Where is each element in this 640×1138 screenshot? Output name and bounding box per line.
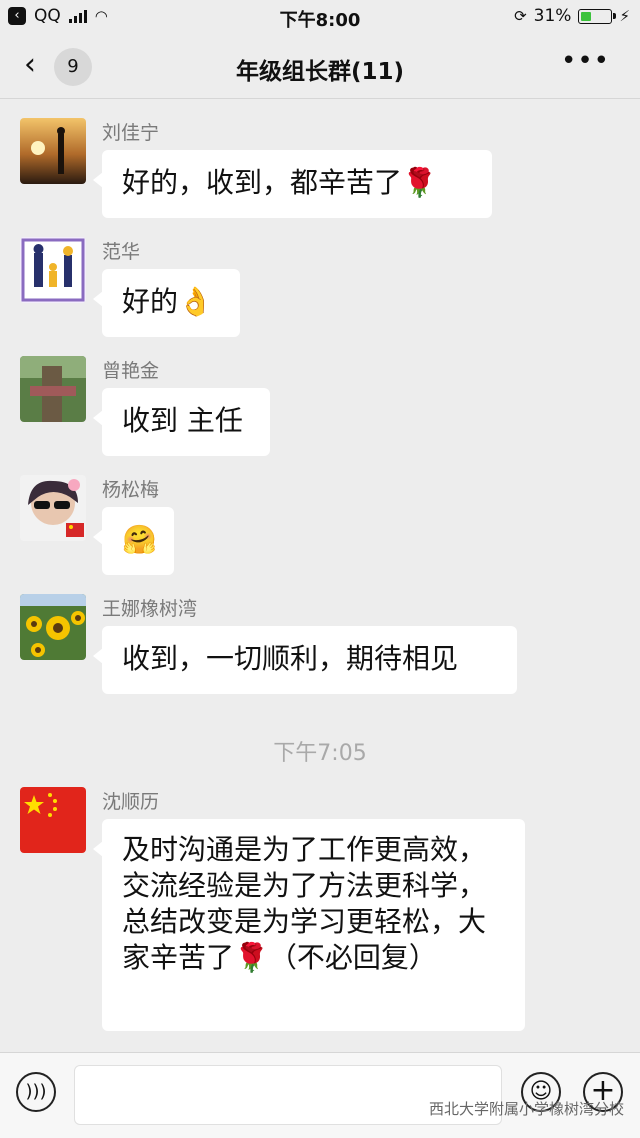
- rotation-lock-icon: ⟳: [514, 7, 527, 25]
- sender-name: 杨松梅: [102, 479, 160, 501]
- message-bubble[interactable]: 收到 主任: [93, 388, 270, 456]
- sender-name: 范华: [102, 241, 141, 263]
- message-bubble[interactable]: 🤗: [93, 507, 174, 575]
- portrait-avatar-image: [20, 475, 86, 541]
- sender-name: 曾艳金: [102, 360, 160, 382]
- avatar[interactable]: [20, 475, 86, 541]
- tree-avatar-image: [20, 356, 86, 422]
- chat-header: ‹ 9 年级组长群(11) •••: [0, 34, 640, 99]
- status-right: ⟳ 31% ⚡: [514, 6, 630, 26]
- sender-name: 王娜橡树湾: [102, 598, 198, 620]
- message-bubble[interactable]: 好的👌: [93, 269, 240, 337]
- sunflower-avatar-image: [20, 594, 86, 660]
- avatar[interactable]: [20, 356, 86, 422]
- watermark-text: 西北大学附属小学橡树湾分校: [428, 1100, 624, 1118]
- battery-icon: [578, 8, 617, 24]
- family-avatar-image: [20, 237, 86, 303]
- message-bubble[interactable]: 收到，一切顺利，期待相见: [93, 626, 517, 694]
- message-bubble[interactable]: 好的，收到，都辛苦了🌹: [93, 150, 492, 218]
- input-bar: ))) ☺ +: [0, 1052, 640, 1138]
- charging-icon: ⚡: [619, 7, 630, 25]
- status-bar: ‹ QQ ◠ 下午8:00 ⟳ 31% ⚡: [0, 0, 640, 34]
- avatar[interactable]: [20, 787, 86, 853]
- battery-percent: 31%: [533, 6, 572, 26]
- chat-timestamp: 下午7:05: [273, 741, 367, 766]
- voice-input-icon[interactable]: ))): [16, 1072, 56, 1112]
- more-options-icon[interactable]: •••: [561, 46, 610, 76]
- avatar[interactable]: [20, 594, 86, 660]
- avatar[interactable]: [20, 118, 86, 184]
- message-bubble[interactable]: 及时沟通是为了工作更高效，交流经验是为了方法更科学，总结改变是为学习更轻松，大家…: [93, 819, 525, 1031]
- avatar[interactable]: [20, 237, 86, 303]
- chat-title: 年级组长群(11): [235, 59, 405, 85]
- sender-name: 沈顺历: [102, 791, 160, 813]
- sender-name: 刘佳宁: [102, 122, 160, 144]
- sunset-avatar-image: [20, 118, 86, 184]
- china-flag-avatar-image: [20, 787, 86, 853]
